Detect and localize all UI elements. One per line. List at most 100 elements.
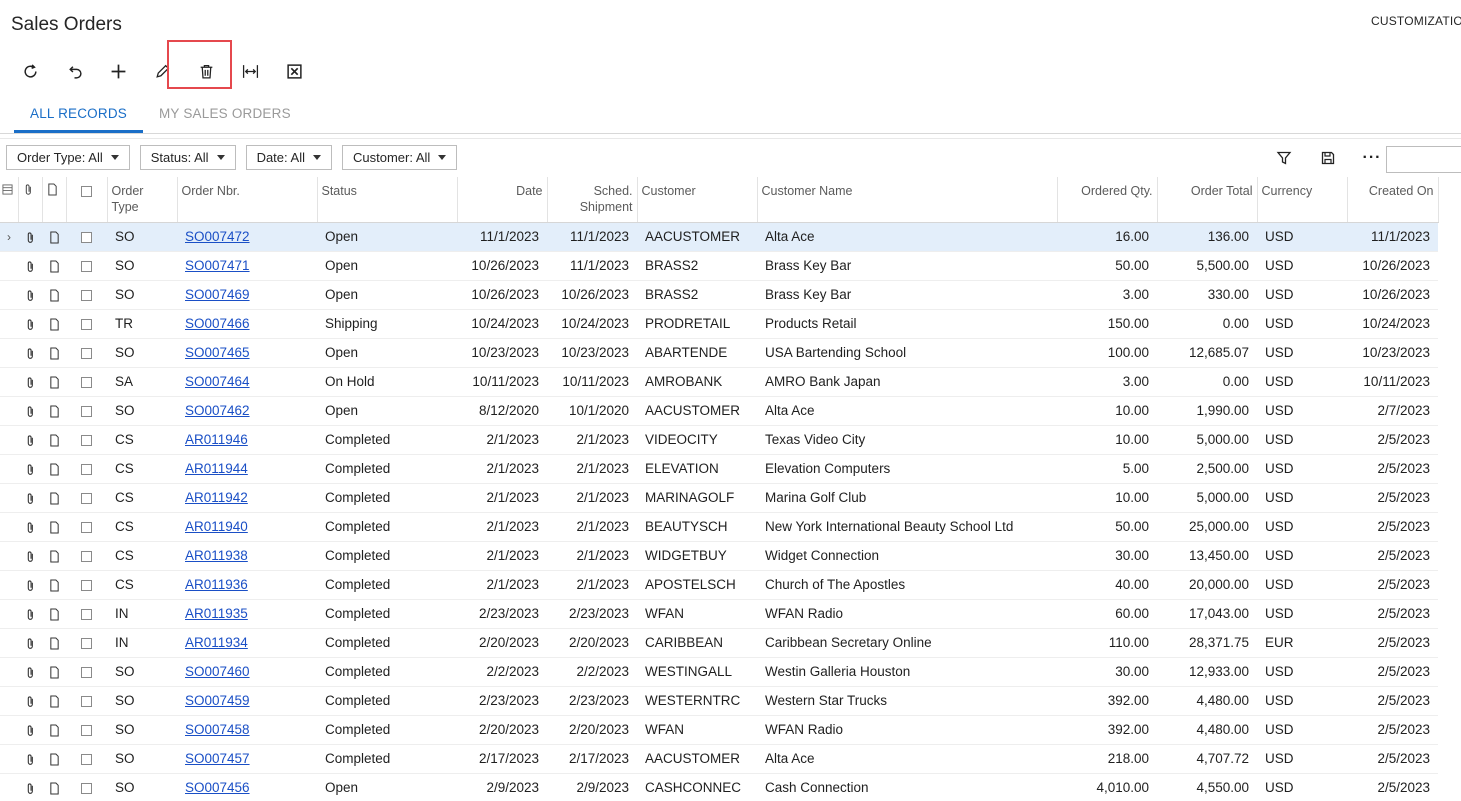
- row-indicator[interactable]: [0, 309, 18, 339]
- order-nbr-link[interactable]: SO007457: [185, 751, 250, 766]
- notes-cell[interactable]: [42, 657, 66, 687]
- row-checkbox-cell[interactable]: [66, 686, 107, 716]
- created-on-header[interactable]: Created On: [1347, 177, 1439, 223]
- table-row[interactable]: SO SO007471 Open 10/26/2023 11/1/2023 BRASS2 B…: [0, 251, 1438, 281]
- select-all-checkbox[interactable]: [81, 186, 92, 198]
- order-nbr-link[interactable]: AR011944: [185, 461, 248, 476]
- table-row[interactable]: › SO SO007472 Open 11/1/2023 11/1/2023 AACUSTO…: [0, 222, 1438, 252]
- attachment-cell[interactable]: [18, 657, 42, 687]
- notes-cell[interactable]: [42, 686, 66, 716]
- notes-header[interactable]: [42, 177, 67, 223]
- row-checkbox-cell[interactable]: [66, 599, 107, 629]
- row-indicator[interactable]: [0, 251, 18, 281]
- table-row[interactable]: SA SO007464 On Hold 10/11/2023 10/11/2023 AMR…: [0, 367, 1438, 397]
- table-row[interactable]: CS AR011946 Completed 2/1/2023 2/1/2023 VIDEO…: [0, 425, 1438, 455]
- attachment-cell[interactable]: [18, 512, 42, 542]
- attachment-cell[interactable]: [18, 251, 42, 281]
- attachment-cell[interactable]: [18, 280, 42, 310]
- row-checkbox[interactable]: [81, 666, 92, 678]
- table-row[interactable]: SO SO007456 Open 2/9/2023 2/9/2023 CASHCONNEC…: [0, 773, 1438, 801]
- row-checkbox[interactable]: [81, 289, 92, 301]
- order-nbr-link[interactable]: SO007462: [185, 403, 250, 418]
- order-nbr-link[interactable]: AR011935: [185, 606, 248, 621]
- attachment-cell[interactable]: [18, 628, 42, 658]
- table-row[interactable]: IN AR011935 Completed 2/23/2023 2/23/2023 WFA…: [0, 599, 1438, 629]
- row-checkbox[interactable]: [81, 579, 92, 591]
- row-indicator[interactable]: [0, 570, 18, 600]
- row-checkbox[interactable]: [81, 318, 92, 330]
- order-nbr-link[interactable]: SO007456: [185, 780, 250, 795]
- attachment-cell[interactable]: [18, 483, 42, 513]
- edit-button[interactable]: [140, 56, 184, 86]
- row-indicator[interactable]: ›: [0, 222, 18, 252]
- notes-cell[interactable]: [42, 367, 66, 397]
- row-indicator[interactable]: [0, 657, 18, 687]
- attachment-cell[interactable]: [18, 396, 42, 426]
- row-checkbox-cell[interactable]: [66, 309, 107, 339]
- search-input[interactable]: [1386, 146, 1461, 173]
- order-nbr-link[interactable]: SO007471: [185, 258, 250, 273]
- table-row[interactable]: CS AR011940 Completed 2/1/2023 2/1/2023 BEAUT…: [0, 512, 1438, 542]
- filter-customer[interactable]: Customer: All: [341, 145, 458, 170]
- attachment-cell[interactable]: [18, 425, 42, 455]
- order-nbr-link[interactable]: AR011936: [185, 577, 248, 592]
- attachment-cell[interactable]: [18, 309, 42, 339]
- table-row[interactable]: CS AR011938 Completed 2/1/2023 2/1/2023 WIDGE…: [0, 541, 1438, 571]
- row-indicator[interactable]: [0, 541, 18, 571]
- row-checkbox-cell[interactable]: [66, 483, 107, 513]
- customer-header[interactable]: Customer: [637, 177, 758, 223]
- row-checkbox-cell[interactable]: [66, 367, 107, 397]
- order-nbr-header[interactable]: Order Nbr.: [177, 177, 318, 223]
- notes-cell[interactable]: [42, 773, 66, 801]
- order-nbr-link[interactable]: AR011940: [185, 519, 248, 534]
- filter-button[interactable]: [1262, 147, 1306, 169]
- attachment-cell[interactable]: [18, 715, 42, 745]
- table-row[interactable]: SO SO007458 Completed 2/20/2023 2/20/2023 WFA…: [0, 715, 1438, 745]
- notes-cell[interactable]: [42, 396, 66, 426]
- tab-my-sales-orders[interactable]: MY SALES ORDERS: [143, 97, 307, 133]
- attachment-cell[interactable]: [18, 570, 42, 600]
- attachment-cell[interactable]: [18, 338, 42, 368]
- attachment-header[interactable]: [18, 177, 43, 223]
- export-excel-button[interactable]: [272, 56, 316, 86]
- row-indicator[interactable]: [0, 425, 18, 455]
- sched-shipment-header[interactable]: Sched. Shipment: [547, 177, 638, 223]
- filter-date[interactable]: Date: All: [245, 145, 332, 170]
- row-indicator[interactable]: [0, 773, 18, 801]
- attachment-cell[interactable]: [18, 773, 42, 801]
- notes-cell[interactable]: [42, 628, 66, 658]
- delete-button[interactable]: [184, 56, 228, 86]
- notes-cell[interactable]: [42, 338, 66, 368]
- order-nbr-link[interactable]: SO007464: [185, 374, 250, 389]
- column-settings-header[interactable]: [0, 177, 19, 223]
- row-checkbox-cell[interactable]: [66, 280, 107, 310]
- row-indicator[interactable]: [0, 715, 18, 745]
- table-row[interactable]: SO SO007462 Open 8/12/2020 10/1/2020 AACUSTOM…: [0, 396, 1438, 426]
- row-indicator[interactable]: [0, 454, 18, 484]
- notes-cell[interactable]: [42, 715, 66, 745]
- ordered-qty-header[interactable]: Ordered Qty.: [1057, 177, 1158, 223]
- row-checkbox-cell[interactable]: [66, 512, 107, 542]
- notes-cell[interactable]: [42, 541, 66, 571]
- notes-cell[interactable]: [42, 483, 66, 513]
- order-nbr-link[interactable]: SO007465: [185, 345, 250, 360]
- order-nbr-link[interactable]: SO007469: [185, 287, 250, 302]
- row-indicator[interactable]: [0, 628, 18, 658]
- row-checkbox[interactable]: [81, 782, 92, 794]
- row-indicator[interactable]: [0, 367, 18, 397]
- notes-cell[interactable]: [42, 512, 66, 542]
- notes-cell[interactable]: [42, 570, 66, 600]
- row-checkbox[interactable]: [81, 637, 92, 649]
- currency-header[interactable]: Currency: [1257, 177, 1348, 223]
- status-header[interactable]: Status: [317, 177, 458, 223]
- filter-order-type[interactable]: Order Type: All: [6, 145, 130, 170]
- row-checkbox-cell[interactable]: [66, 773, 107, 801]
- refresh-button[interactable]: [8, 56, 52, 86]
- order-total-header[interactable]: Order Total: [1157, 177, 1258, 223]
- order-nbr-link[interactable]: AR011934: [185, 635, 248, 650]
- notes-cell[interactable]: [42, 425, 66, 455]
- order-type-header[interactable]: Order Type: [107, 177, 178, 223]
- notes-cell[interactable]: [42, 280, 66, 310]
- row-indicator[interactable]: [0, 512, 18, 542]
- table-row[interactable]: CS AR011942 Completed 2/1/2023 2/1/2023 MARIN…: [0, 483, 1438, 513]
